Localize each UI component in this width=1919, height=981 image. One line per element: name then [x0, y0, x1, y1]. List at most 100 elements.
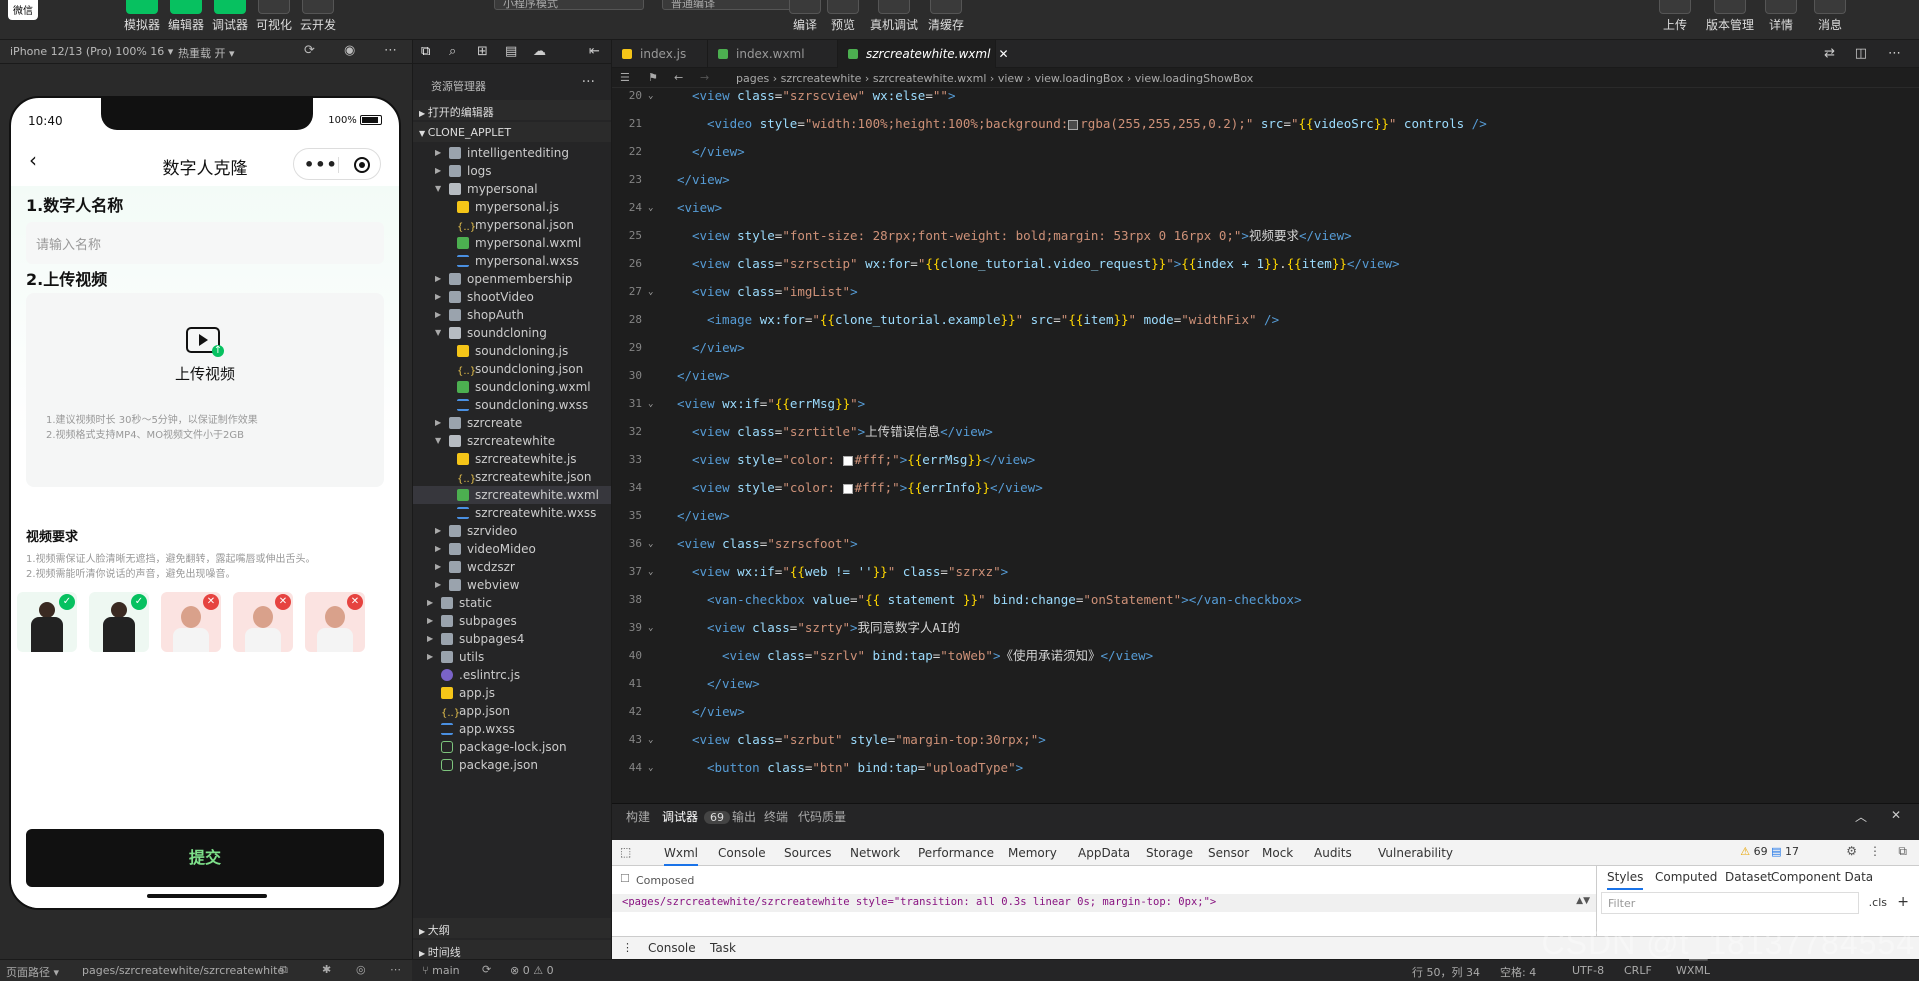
- tree-file[interactable]: soundcloning.wxml: [413, 378, 611, 396]
- mode-select[interactable]: 小程序模式: [494, 0, 644, 10]
- scroll-arrows[interactable]: ▲▼: [1576, 896, 1590, 906]
- fold-chevron-icon[interactable]: ⌄: [648, 278, 653, 306]
- tree-folder[interactable]: ▼ szrcreatewhite: [413, 432, 611, 450]
- tree-file[interactable]: szrcreatewhite.wxml: [413, 486, 611, 504]
- fold-chevron-icon[interactable]: ⌄: [648, 194, 653, 222]
- devtools-tab[interactable]: Audits: [1314, 846, 1352, 860]
- tree-folder[interactable]: ▼ soundcloning: [413, 324, 611, 342]
- more-icon[interactable]: ⋯: [390, 963, 401, 976]
- tree-folder[interactable]: ▼ mypersonal: [413, 180, 611, 198]
- fold-chevron-icon[interactable]: ⌄: [648, 726, 653, 754]
- bookmark-icon[interactable]: ⚑: [648, 71, 658, 84]
- inspect-icon[interactable]: ⬚: [620, 845, 631, 859]
- tree-folder[interactable]: ▶ subpages4: [413, 630, 611, 648]
- panel-tab[interactable]: 输出: [732, 808, 756, 825]
- fold-chevron-icon[interactable]: ⌄: [648, 88, 653, 110]
- fold-chevron-icon[interactable]: ⌄: [648, 614, 653, 642]
- cloud-icon[interactable]: ☁: [533, 44, 546, 59]
- more-icon[interactable]: ⋯: [384, 43, 397, 58]
- maximize-panel-icon[interactable]: ︿: [1855, 808, 1867, 825]
- stop-icon[interactable]: ◉: [344, 43, 355, 58]
- code-editor[interactable]: 20 ⌄ <view class="szrscview" wx:else=""> 21…: [612, 88, 1919, 803]
- tree-file[interactable]: szrcreatewhite.wxss: [413, 504, 611, 522]
- composed-checkbox[interactable]: ☐: [620, 872, 630, 885]
- collapse-icon[interactable]: ⇤: [589, 44, 600, 59]
- tree-file[interactable]: package-lock.json: [413, 738, 611, 756]
- upload-video-box[interactable]: ↑ 上传视频 1.建议视频时长 30秒～5分钟，以保证制作效果 2.视频格式支持…: [26, 293, 384, 487]
- split-compare-icon[interactable]: ⇄: [1824, 46, 1835, 61]
- console-drawer-tab[interactable]: Console: [648, 941, 696, 961]
- toolbar-button[interactable]: 清缓存: [916, 0, 976, 33]
- split-editor-icon[interactable]: ◫: [1855, 46, 1867, 61]
- color-swatch-icon[interactable]: [842, 455, 853, 466]
- tree-file[interactable]: mypersonal.wxml: [413, 234, 611, 252]
- devtools-tab[interactable]: Wxml: [664, 846, 698, 866]
- devtools-tab[interactable]: Mock: [1262, 846, 1293, 860]
- tree-folder[interactable]: ▶ szrvideo: [413, 522, 611, 540]
- back-arrow-icon[interactable]: ←: [674, 71, 683, 84]
- tree-file[interactable]: package.json: [413, 756, 611, 774]
- tree-folder[interactable]: ▶ webview: [413, 576, 611, 594]
- styles-tab[interactable]: Dataset: [1725, 870, 1772, 884]
- editor-tab[interactable]: szrcreatewhite.wxml ✕: [838, 40, 1009, 68]
- devtools-tab[interactable]: AppData: [1078, 846, 1130, 860]
- git-icon[interactable]: ⊞: [477, 44, 488, 59]
- fold-chevron-icon[interactable]: ⌄: [648, 390, 653, 418]
- copy-icon[interactable]: ⧉: [280, 963, 288, 977]
- wxml-node[interactable]: <pages/szrcreatewhite/szrcreatewhite sty…: [622, 896, 1216, 908]
- hotreload-toggle[interactable]: 热重载 开 ▾: [178, 45, 235, 61]
- add-rule-icon[interactable]: +: [1897, 894, 1909, 910]
- devtools-tab[interactable]: Vulnerability: [1378, 846, 1453, 860]
- console-drawer-tab[interactable]: Task: [710, 941, 736, 955]
- tree-folder[interactable]: ▶ intelligentediting: [413, 144, 611, 162]
- filter-input[interactable]: Filter: [1601, 892, 1859, 914]
- devtools-tab[interactable]: Storage: [1146, 846, 1193, 860]
- submit-button[interactable]: 提交: [26, 829, 384, 887]
- list-icon[interactable]: ☰: [620, 71, 630, 84]
- open-editors-section[interactable]: ▶ 打开的编辑器: [413, 100, 611, 120]
- refresh-icon[interactable]: ⟳: [304, 43, 315, 58]
- drawer-menu-icon[interactable]: ⋮: [622, 941, 633, 954]
- styles-tab[interactable]: Component Data: [1771, 870, 1873, 884]
- bug-icon[interactable]: ✱: [322, 963, 331, 976]
- debug-icon[interactable]: ▤: [505, 44, 517, 59]
- breadcrumb-item[interactable]: view: [998, 72, 1023, 85]
- explorer-more[interactable]: ···: [582, 74, 595, 90]
- breadcrumb-item[interactable]: view.loadingBox: [1035, 72, 1124, 85]
- styles-tab[interactable]: Styles: [1607, 870, 1644, 890]
- devtools-tab[interactable]: Network: [850, 846, 900, 860]
- toolbar-button[interactable]: 上传: [1645, 0, 1705, 33]
- outline-section[interactable]: ▶ 大纲: [413, 918, 611, 938]
- breadcrumb-item[interactable]: szrcreatewhite.wxml: [873, 72, 987, 85]
- breadcrumb-item[interactable]: view.loadingShowBox: [1135, 72, 1253, 85]
- devtools-tab[interactable]: Sensor: [1208, 846, 1249, 860]
- forward-arrow-icon[interactable]: →: [700, 71, 709, 84]
- tree-file[interactable]: app.wxss: [413, 720, 611, 738]
- issue-counts[interactable]: ⚠ 69 ▤ 17: [1740, 845, 1799, 858]
- tree-folder[interactable]: ▶ szrcreate: [413, 414, 611, 432]
- panel-tab[interactable]: 调试器 69: [662, 808, 731, 825]
- breadcrumb-item[interactable]: pages: [736, 72, 769, 85]
- tree-file[interactable]: soundcloning.wxss: [413, 396, 611, 414]
- toolbar-button[interactable]: 云开发: [288, 0, 348, 33]
- tree-file[interactable]: soundcloning.js: [413, 342, 611, 360]
- encoding[interactable]: UTF-8: [1572, 964, 1604, 977]
- fold-chevron-icon[interactable]: ⌄: [648, 754, 653, 782]
- panel-tab[interactable]: 终端: [764, 808, 788, 825]
- problems-count[interactable]: ⊗ 0 ⚠ 0: [510, 964, 554, 977]
- timeline-section[interactable]: ▶ 时间线: [413, 940, 611, 960]
- editor-tab[interactable]: index.wxml: [708, 40, 838, 68]
- toolbar-button[interactable]: 消息: [1800, 0, 1860, 33]
- files-icon[interactable]: ⧉: [421, 44, 430, 59]
- devtools-tab[interactable]: Memory: [1008, 846, 1057, 860]
- tree-file[interactable]: {..} soundcloning.json: [413, 360, 611, 378]
- search-icon[interactable]: ⌕: [449, 44, 456, 59]
- tree-folder[interactable]: ▶ shootVideo: [413, 288, 611, 306]
- tree-folder[interactable]: ▶ utils: [413, 648, 611, 666]
- tree-folder[interactable]: ▶ subpages: [413, 612, 611, 630]
- fold-chevron-icon[interactable]: ⌄: [648, 530, 653, 558]
- device-select[interactable]: iPhone 12/13 (Pro) 100% 16 ▾: [10, 45, 173, 58]
- tree-file[interactable]: szrcreatewhite.js: [413, 450, 611, 468]
- line-ending[interactable]: CRLF: [1624, 964, 1652, 977]
- cls-button[interactable]: .cls: [1869, 896, 1887, 909]
